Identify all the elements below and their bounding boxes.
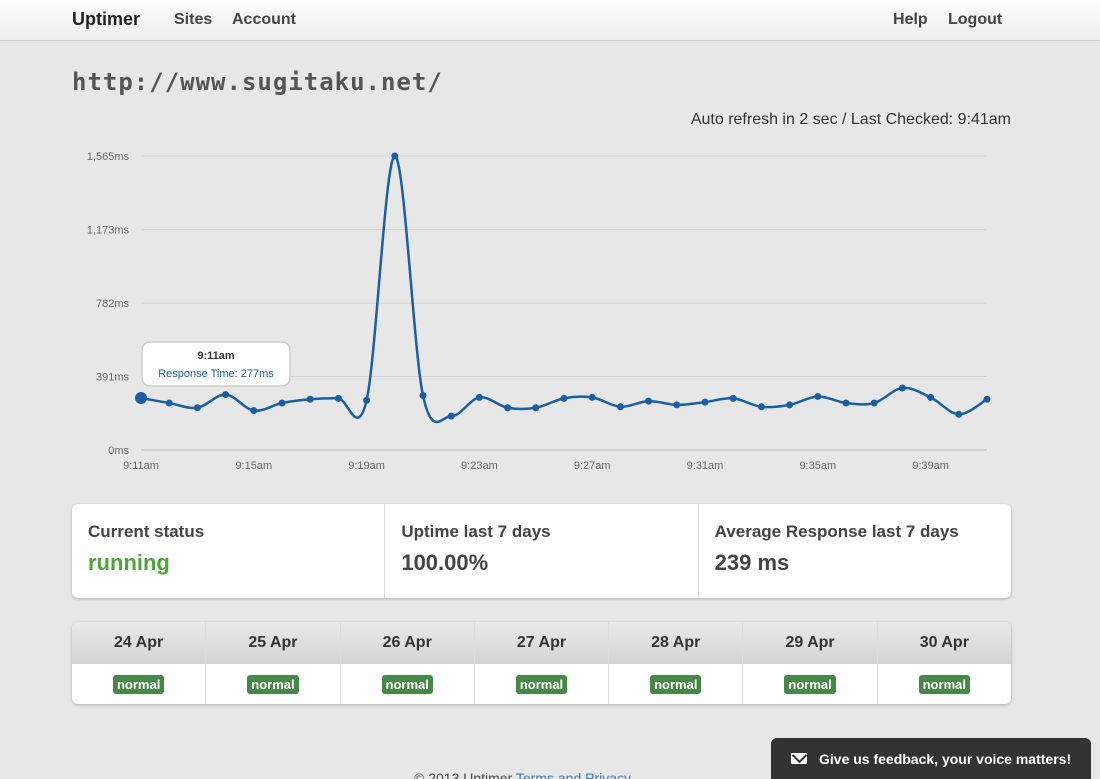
data-point: [334, 394, 342, 402]
day-date: 26 Apr: [340, 622, 474, 664]
x-tick-label: 9:11am: [123, 460, 159, 472]
data-point: [757, 403, 765, 411]
data-point: [701, 398, 709, 406]
feedback-button[interactable]: Give us feedback, your voice matters!: [771, 738, 1091, 779]
status-badge: normal: [112, 674, 165, 694]
nav-account-link[interactable]: Account: [232, 11, 296, 29]
refresh-status: Auto refresh in 2 sec / Last Checked: 9:…: [690, 111, 1011, 128]
x-tick-label: 9:39am: [912, 460, 949, 472]
status-badge: normal: [784, 674, 836, 694]
x-tick-label: 9:19am: [348, 460, 385, 472]
y-tick-label: 1,173ms: [87, 225, 130, 237]
data-point: [927, 393, 935, 401]
stat-label: Average Response last 7 days: [714, 522, 959, 541]
stat-avg-response: Average Response last 7 days 239 ms: [699, 504, 1011, 598]
data-point: [165, 399, 173, 407]
navbar: Uptimer Sites Account Help Logout: [0, 0, 1100, 41]
y-tick-label: 391ms: [96, 372, 130, 384]
y-tick-label: 1,565ms: [87, 151, 130, 163]
mail-icon: [791, 753, 807, 764]
data-point: [363, 396, 371, 404]
data-point: [135, 391, 147, 404]
footer-copyright: © 2013 Uptimer: [414, 770, 513, 779]
x-tick-label: 9:35am: [799, 460, 836, 472]
stats-panel: Current status running Uptime last 7 day…: [72, 504, 1011, 598]
status-badge: normal: [918, 674, 970, 694]
data-point: [842, 399, 850, 407]
status-badge: normal: [515, 674, 568, 694]
data-point: [306, 395, 314, 403]
data-point: [786, 401, 794, 409]
feedback-label: Give us feedback, your voice matters!: [819, 750, 1072, 767]
day-date: 28 Apr: [609, 622, 743, 664]
data-point: [983, 395, 991, 403]
day-date: 27 Apr: [474, 622, 609, 664]
data-point: [673, 401, 681, 409]
data-point: [898, 384, 906, 392]
status-badge: normal: [247, 674, 299, 694]
day-column: 30 Apr normal: [877, 622, 1011, 704]
day-date: 30 Apr: [877, 622, 1011, 664]
y-tick-label: 782ms: [96, 298, 130, 310]
stat-label: Current status: [88, 522, 205, 541]
terms-privacy-link[interactable]: Terms and Privacy: [516, 770, 631, 779]
day-column: 26 Apr normal: [340, 622, 475, 704]
x-tick-label: 9:15am: [235, 460, 272, 472]
footer: © 2013 Uptimer Terms and Privacy: [414, 770, 631, 779]
day-date: 29 Apr: [743, 622, 877, 664]
stat-value: 239 ms: [714, 550, 790, 575]
stat-value: 100.00%: [401, 550, 489, 575]
stat-uptime: Uptime last 7 days 100.00%: [385, 504, 699, 598]
response-time-chart: 0ms 391ms 782ms 1,173ms 1,565ms 9:11am 9:15am 9…: [87, 151, 991, 472]
day-column: 29 Apr normal: [743, 622, 878, 704]
data-point: [222, 391, 230, 399]
data-point: [560, 394, 568, 402]
x-tick-label: 9:23am: [461, 460, 498, 472]
stat-value: running: [88, 550, 170, 575]
data-point: [814, 392, 822, 400]
nav-help-link[interactable]: Help: [893, 11, 928, 29]
data-point: [391, 152, 399, 160]
data-point: [870, 399, 878, 407]
data-point: [645, 397, 653, 405]
x-tick-label: 9:27am: [574, 460, 611, 472]
day-column: 25 Apr normal: [206, 622, 341, 704]
status-badge: normal: [650, 674, 702, 694]
tooltip-text: Response Time: 277ms: [158, 368, 274, 380]
site-url-title: http://www.sugitaku.net/: [72, 68, 443, 96]
stat-label: Uptime last 7 days: [401, 522, 551, 541]
brand-logo[interactable]: Uptimer: [72, 9, 140, 30]
day-date: 25 Apr: [206, 622, 340, 664]
y-tick-label: 0ms: [108, 445, 129, 457]
day-column: 28 Apr normal: [609, 622, 744, 704]
data-point: [588, 393, 596, 401]
data-point: [250, 407, 258, 415]
x-tick-label: 9:31am: [687, 460, 724, 472]
data-point: [504, 404, 512, 412]
daily-status-table: 24 Apr normal 25 Apr normal 26 Apr norma…: [72, 622, 1011, 704]
day-date: 24 Apr: [72, 622, 206, 664]
data-point: [475, 393, 483, 401]
data-point: [955, 410, 963, 418]
nav-sites-link[interactable]: Sites: [174, 11, 212, 29]
status-badge: normal: [381, 674, 433, 694]
data-point: [278, 399, 286, 407]
day-column: 24 Apr normal: [72, 622, 207, 704]
data-point: [616, 403, 624, 411]
data-point: [419, 392, 427, 400]
stat-current-status: Current status running: [72, 504, 386, 598]
tooltip-time: 9:11am: [197, 350, 235, 362]
data-point: [532, 404, 540, 412]
data-point: [729, 394, 737, 402]
data-point: [193, 404, 201, 412]
data-point: [447, 412, 455, 420]
nav-logout-link[interactable]: Logout: [948, 11, 1002, 29]
day-column: 27 Apr normal: [474, 622, 610, 704]
